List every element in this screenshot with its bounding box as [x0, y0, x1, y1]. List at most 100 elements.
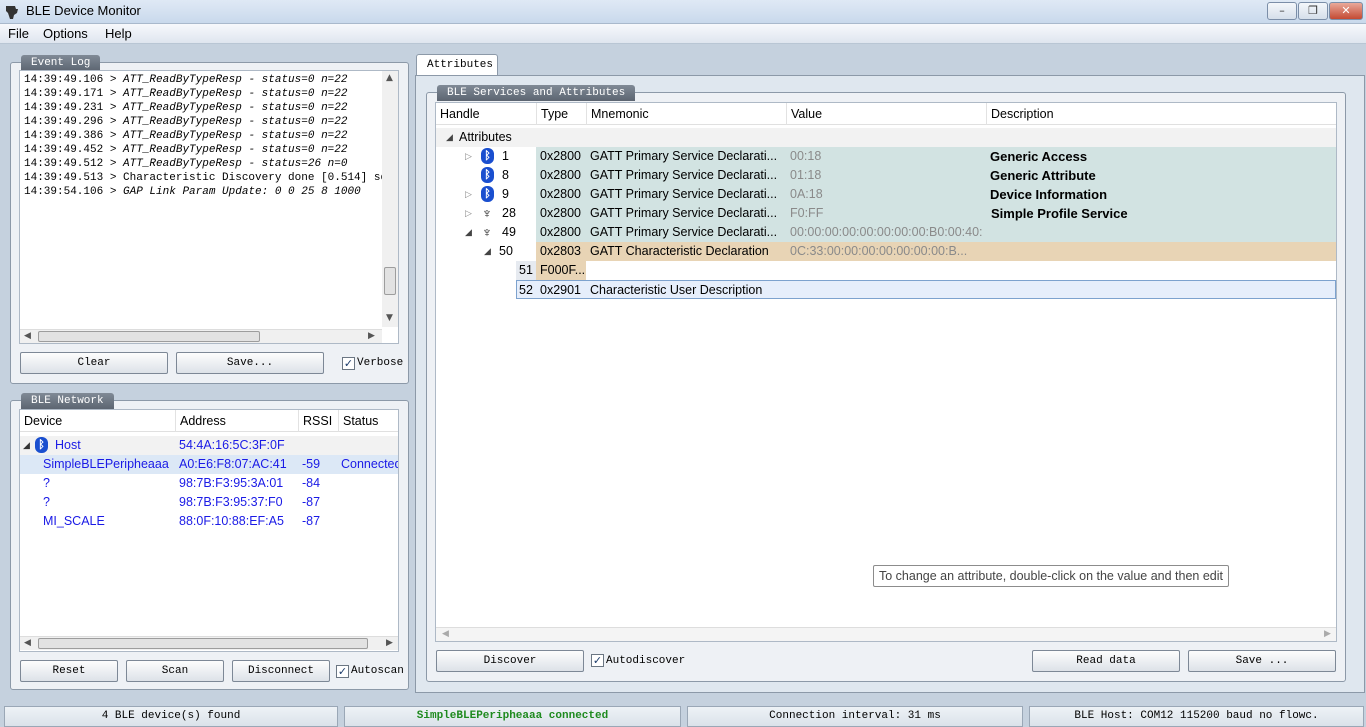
scroll-left-icon[interactable]: ◀ — [442, 629, 449, 639]
attribute-row[interactable]: ◢ ♆ 49 0x2800 GATT Primary Service Decla… — [436, 223, 1336, 242]
attribute-row[interactable]: ▷ ♆ 28 0x2800 GATT Primary Service Decla… — [436, 204, 1336, 223]
attribute-row[interactable]: 51 F000F... — [436, 261, 1336, 280]
col-type[interactable]: Type — [536, 103, 568, 125]
mnemonic: GATT Primary Service Declarati... — [590, 168, 778, 182]
event-log-vscroll[interactable]: ▲ ▼ — [382, 71, 398, 327]
col-address[interactable]: Address — [175, 410, 226, 432]
host-address: 54:4A:16:5C:3F:0F — [179, 438, 285, 452]
collapse-icon[interactable]: ▷ — [465, 204, 472, 223]
close-button[interactable]: ✕ — [1329, 2, 1363, 20]
bluetooth-icon: ᛒ — [481, 186, 494, 202]
save-attributes-button[interactable]: Save ... — [1188, 650, 1336, 672]
log-line: 14:39:49.231 > ATT_ReadByTypeResp - stat… — [24, 102, 348, 114]
type: 0x2800 — [540, 187, 582, 201]
bluetooth-icon: ᛒ — [481, 167, 494, 183]
expand-icon[interactable]: ◢ — [23, 436, 30, 455]
scroll-right-icon[interactable]: ▶ — [1324, 629, 1331, 639]
mnemonic: GATT Primary Service Declarati... — [590, 225, 778, 239]
handle: 8 — [502, 168, 509, 182]
scroll-thumb[interactable] — [38, 331, 260, 342]
mnemonic: GATT Characteristic Declaration — [590, 244, 769, 258]
scroll-up-icon[interactable]: ▲ — [386, 73, 393, 83]
type: 0x2901 — [540, 283, 582, 297]
bluetooth-icon: ᛒ — [481, 148, 494, 164]
description: Simple Profile Service — [991, 206, 1128, 221]
log-line: 14:39:49.512 > ATT_ReadByTypeResp - stat… — [24, 158, 348, 170]
handle: 51 — [519, 263, 533, 277]
host-row[interactable]: ◢ ᛒ Host 54:4A:16:5C:3F:0F — [20, 436, 398, 455]
value[interactable]: 0C:33:00:00:00:00:00:00:00:B... — [790, 242, 982, 261]
expand-icon[interactable]: ◢ — [484, 242, 491, 261]
attributes-hscroll[interactable]: ◀ ▶ — [436, 627, 1336, 641]
expand-icon[interactable]: ◢ — [446, 128, 453, 147]
scroll-thumb[interactable] — [38, 638, 368, 649]
read-data-button[interactable]: Read data — [1032, 650, 1180, 672]
verbose-label: Verbose — [357, 357, 404, 369]
menu-help[interactable]: Help — [105, 26, 132, 41]
mnemonic: GATT Primary Service Declarati... — [590, 149, 778, 163]
save-log-button[interactable]: Save... — [176, 352, 324, 374]
autoscan-checkbox[interactable]: ✓ — [336, 665, 349, 678]
ti-logo-icon — [4, 4, 20, 20]
autodiscover-checkbox[interactable]: ✓ — [591, 654, 604, 667]
log-line: 14:39:49.106 > ATT_ReadByTypeResp - stat… — [24, 74, 348, 86]
col-description[interactable]: Description — [986, 103, 1054, 125]
title-bar: BLE Device Monitor – ❐ ✕ — [0, 0, 1366, 24]
attribute-row[interactable]: ᛒ 8 0x2800 GATT Primary Service Declarat… — [436, 166, 1336, 185]
col-device[interactable]: Device — [20, 410, 62, 432]
discover-button[interactable]: Discover — [436, 650, 584, 672]
device-row[interactable]: ? 98:7B:F3:95:37:F0 -87 — [20, 493, 398, 512]
scroll-left-icon[interactable]: ◀ — [24, 638, 31, 648]
scroll-down-icon[interactable]: ▼ — [386, 313, 393, 323]
collapse-icon[interactable]: ▷ — [465, 185, 472, 204]
attribute-row[interactable]: ▷ ᛒ 1 0x2800 GATT Primary Service Declar… — [436, 147, 1336, 166]
attributes-root-row[interactable]: ◢ Attributes — [436, 128, 1336, 147]
restore-button[interactable]: ❐ — [1298, 2, 1328, 20]
window-title: BLE Device Monitor — [26, 3, 141, 18]
col-value[interactable]: Value — [786, 103, 822, 125]
device-name: ? — [43, 476, 50, 490]
handle: 50 — [499, 244, 513, 258]
log-line: 14:39:54.106 > GAP Link Param Update: 0 … — [24, 186, 361, 198]
device-row[interactable]: SimpleBLEPeripheaaa A0:E6:F8:07:AC:41 -5… — [20, 455, 398, 474]
network-hscroll[interactable]: ◀ ▶ — [20, 636, 398, 650]
minimize-button[interactable]: – — [1267, 2, 1297, 20]
device-row[interactable]: MI_SCALE 88:0F:10:88:EF:A5 -87 — [20, 512, 398, 531]
disconnect-button[interactable]: Disconnect — [232, 660, 330, 682]
mnemonic: Characteristic User Description — [590, 283, 763, 297]
reset-button[interactable]: Reset — [20, 660, 118, 682]
menu-options[interactable]: Options — [43, 26, 88, 41]
tab-attributes[interactable]: Attributes — [416, 54, 498, 76]
value[interactable]: 00:00:00:00:00:00:00:00:B0:00:40:5... — [790, 223, 982, 242]
menu-file[interactable]: File — [8, 26, 29, 41]
collapse-icon[interactable]: ▷ — [465, 147, 472, 166]
scan-button[interactable]: Scan — [126, 660, 224, 682]
attribute-row[interactable]: ▷ ᛒ 9 0x2800 GATT Primary Service Declar… — [436, 185, 1336, 204]
col-status[interactable]: Status — [338, 410, 378, 432]
bluetooth-icon: ᛒ — [35, 437, 48, 453]
verbose-checkbox[interactable]: ✓ — [342, 357, 355, 370]
scroll-thumb[interactable] — [384, 267, 396, 295]
value[interactable]: 00:18 — [790, 147, 982, 166]
value[interactable]: 0A:18 — [790, 185, 982, 204]
device-name: MI_SCALE — [43, 514, 105, 528]
scroll-left-icon[interactable]: ◀ — [24, 331, 31, 341]
col-rssi[interactable]: RSSI — [298, 410, 332, 432]
type: 0x2800 — [540, 206, 582, 220]
event-log-hscroll[interactable]: ◀ ▶ — [20, 329, 382, 343]
scroll-right-icon[interactable]: ▶ — [368, 331, 375, 341]
device-row[interactable]: ? 98:7B:F3:95:3A:01 -84 — [20, 474, 398, 493]
attribute-row[interactable]: ◢ 50 0x2803 GATT Characteristic Declarat… — [436, 242, 1336, 261]
value[interactable]: 01:18 — [790, 166, 982, 185]
autodiscover-label: Autodiscover — [606, 655, 686, 667]
ble-network-title: BLE Network — [21, 393, 114, 409]
expand-icon[interactable]: ◢ — [465, 223, 472, 242]
col-handle[interactable]: Handle — [436, 103, 480, 125]
mnemonic: GATT Primary Service Declarati... — [590, 206, 778, 220]
scroll-right-icon[interactable]: ▶ — [386, 638, 393, 648]
value[interactable]: F0:FF — [790, 204, 982, 223]
attribute-row-selected[interactable]: 52 0x2901 Characteristic User Descriptio… — [516, 280, 1336, 299]
type: 0x2800 — [540, 168, 582, 182]
clear-button[interactable]: Clear — [20, 352, 168, 374]
col-mnemonic[interactable]: Mnemonic — [586, 103, 649, 125]
